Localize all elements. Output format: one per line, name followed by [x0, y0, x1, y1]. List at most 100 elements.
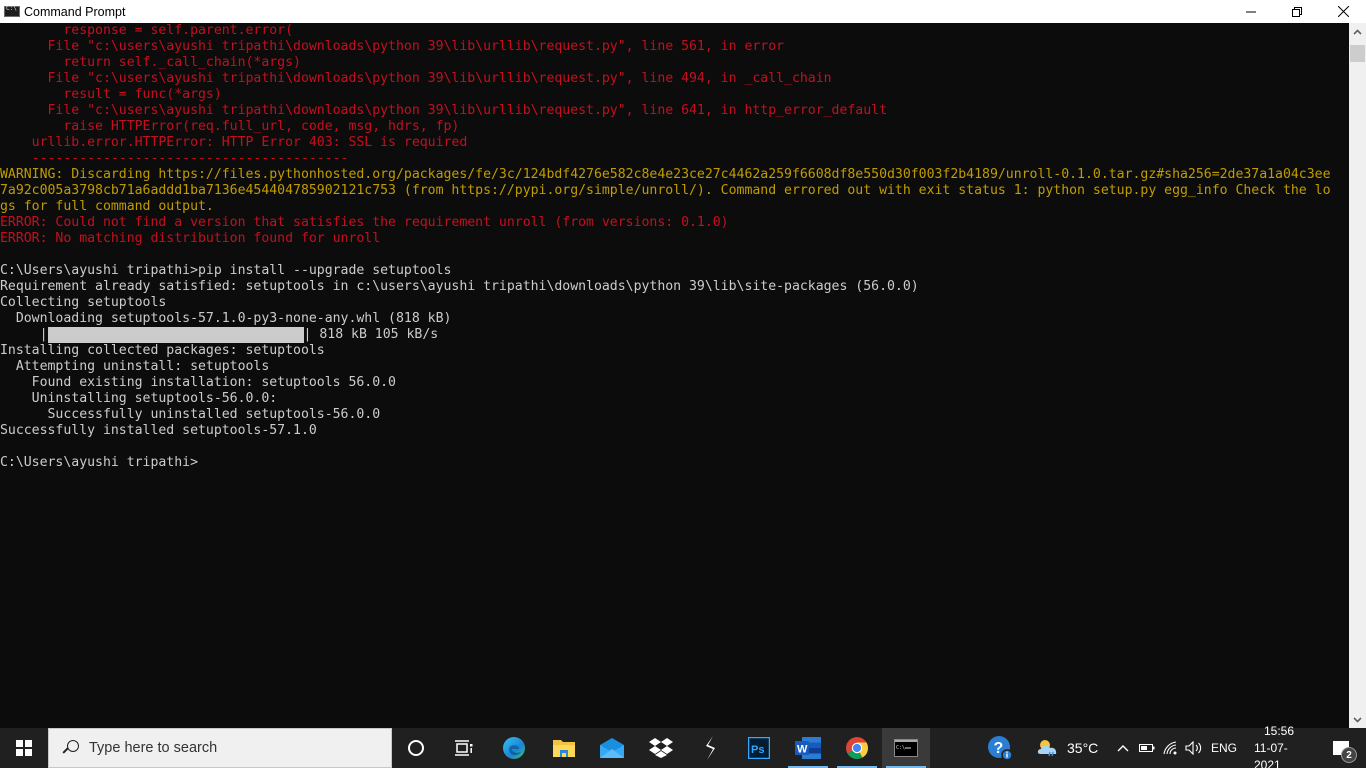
- show-hidden-icons-button[interactable]: [1112, 728, 1134, 768]
- console-line: ----------------------------------------: [0, 151, 349, 166]
- console-line: Successfully installed setuptools-57.1.0: [0, 423, 317, 438]
- console-line: C:\Users\ayushi tripathi>pip install --u…: [0, 263, 452, 278]
- console-line: Uninstalling setuptools-56.0.0:: [0, 391, 278, 406]
- chevron-up-icon: [1117, 745, 1129, 752]
- taskbar: Type here to search Ps W C:\ ? 35°C ENG …: [0, 724, 1366, 768]
- scroll-down-button[interactable]: [1349, 711, 1366, 728]
- temperature: 35°C: [1067, 740, 1099, 756]
- search-placeholder: Type here to search: [89, 740, 218, 756]
- scroll-thumb[interactable]: [1350, 45, 1365, 62]
- weather-cloud-rain-icon: [1037, 740, 1057, 757]
- console-line: urllib.error.HTTPError: HTTP Error 403: …: [0, 135, 468, 150]
- notification-icon: 2: [1333, 741, 1357, 763]
- chevron-up-icon: [1353, 28, 1362, 35]
- restore-icon: [1292, 6, 1302, 17]
- taskbar-app-photoshop[interactable]: Ps: [735, 728, 783, 768]
- clock-date: 11-07-2021: [1254, 740, 1288, 768]
- language-button[interactable]: ENG: [1208, 728, 1240, 768]
- language-indicator: ENG: [1210, 741, 1237, 755]
- taskbar-app-edge[interactable]: [490, 728, 538, 768]
- console-line: Attempting uninstall: setuptools: [0, 359, 270, 374]
- clock-time: 15:56: [1263, 723, 1295, 738]
- battery-button[interactable]: [1136, 728, 1158, 768]
- folder-icon: [553, 740, 575, 757]
- task-view-button[interactable]: [440, 728, 488, 768]
- download-progress-bar: [47, 327, 304, 343]
- console-line: return self._call_chain(*args): [0, 55, 301, 70]
- console-line: File "c:\users\ayushi tripathi\downloads…: [0, 71, 832, 86]
- tray-help-button[interactable]: ?: [984, 728, 1016, 768]
- progress-prefix: |: [0, 327, 48, 342]
- tray-weather[interactable]: 35°C: [1036, 728, 1114, 768]
- minimize-button[interactable]: [1228, 0, 1274, 23]
- download-progress-fill: [47, 327, 304, 343]
- taskbar-app-dropbox[interactable]: [637, 728, 685, 768]
- taskbar-app-s[interactable]: [686, 728, 734, 768]
- cmd-icon: C:\: [894, 739, 918, 757]
- cortana-button[interactable]: [392, 728, 440, 768]
- console-line: File "c:\users\ayushi tripathi\downloads…: [0, 39, 785, 54]
- console-text: response = self.parent.error( File "c:\u…: [0, 23, 1349, 471]
- console-line: Collecting setuptools: [0, 295, 167, 310]
- battery-icon: [1139, 744, 1155, 752]
- task-view-icon: [455, 740, 473, 756]
- console-line: Successfully uninstalled setuptools-56.0…: [0, 407, 381, 422]
- chevron-down-icon: [1353, 716, 1362, 723]
- taskbar-app-chrome[interactable]: [833, 728, 881, 768]
- console-line: ERROR: Could not find a version that sat…: [0, 215, 729, 230]
- console-line: gs for full command output.: [0, 199, 214, 214]
- close-button[interactable]: [1320, 0, 1366, 23]
- progress-suffix: | 818 kB 105 kB/s: [303, 327, 439, 342]
- close-icon: [1337, 6, 1349, 17]
- taskbar-app-word[interactable]: W: [784, 728, 832, 768]
- cortana-icon: [408, 740, 424, 756]
- mail-icon: [600, 738, 624, 758]
- word-icon: W: [795, 737, 821, 759]
- console-output[interactable]: response = self.parent.error( File "c:\u…: [0, 23, 1349, 728]
- minimize-icon: [1246, 11, 1256, 12]
- window-title: Command Prompt: [24, 4, 126, 19]
- console-line: Found existing installation: setuptools …: [0, 375, 396, 390]
- photoshop-icon: Ps: [748, 737, 770, 759]
- console-line: Installing collected packages: setuptool…: [0, 343, 325, 358]
- console-line: Requirement already satisfied: setuptool…: [0, 279, 919, 294]
- clock-button[interactable]: 15:56 11-07-2021: [1254, 724, 1304, 768]
- console-line: C:\Users\ayushi tripathi>: [0, 455, 198, 470]
- scroll-up-button[interactable]: [1349, 23, 1366, 40]
- svg-text:Ps: Ps: [751, 744, 764, 756]
- chrome-icon: [846, 737, 868, 759]
- edge-icon: [503, 737, 525, 759]
- vertical-scrollbar[interactable]: [1349, 23, 1366, 728]
- title-bar: Command Prompt: [0, 0, 1366, 23]
- action-center-button[interactable]: 2: [1316, 728, 1366, 768]
- console-line: Downloading setuptools-57.1.0-py3-none-a…: [0, 311, 452, 326]
- dropbox-icon: [649, 738, 673, 758]
- console-line: File "c:\users\ayushi tripathi\downloads…: [0, 103, 888, 118]
- windows-logo-icon: [16, 740, 32, 756]
- network-button[interactable]: [1160, 728, 1182, 768]
- console-line: response = self.parent.error(: [0, 23, 294, 38]
- s-app-icon: [706, 736, 715, 760]
- console-line: 7a92c005a3798cb71a6addd1ba7136e454404785…: [0, 183, 1331, 198]
- console-line: raise HTTPError(req.full_url, code, msg,…: [0, 119, 460, 134]
- taskbar-search[interactable]: Type here to search: [48, 728, 392, 768]
- help-icon: ?: [988, 736, 1013, 761]
- download-progress-line: | | 818 kB 105 kB/s: [0, 327, 1349, 343]
- restore-button[interactable]: [1274, 0, 1320, 23]
- volume-icon: [1185, 741, 1202, 755]
- console-line: ERROR: No matching distribution found fo…: [0, 231, 381, 246]
- taskbar-app-command-prompt[interactable]: C:\: [882, 728, 930, 768]
- console-line: result = func(*args): [0, 87, 222, 102]
- svg-text:C:\: C:\: [896, 745, 905, 751]
- console-line: WARNING: Discarding https://files.python…: [0, 167, 1331, 182]
- cmd-icon: [4, 5, 20, 17]
- volume-button[interactable]: [1182, 728, 1206, 768]
- notification-count: 2: [1341, 747, 1357, 763]
- taskbar-app-file-explorer[interactable]: [540, 728, 588, 768]
- search-icon: [61, 738, 81, 758]
- wifi-icon: [1163, 741, 1177, 755]
- taskbar-app-mail[interactable]: [588, 728, 636, 768]
- start-button[interactable]: [0, 728, 48, 768]
